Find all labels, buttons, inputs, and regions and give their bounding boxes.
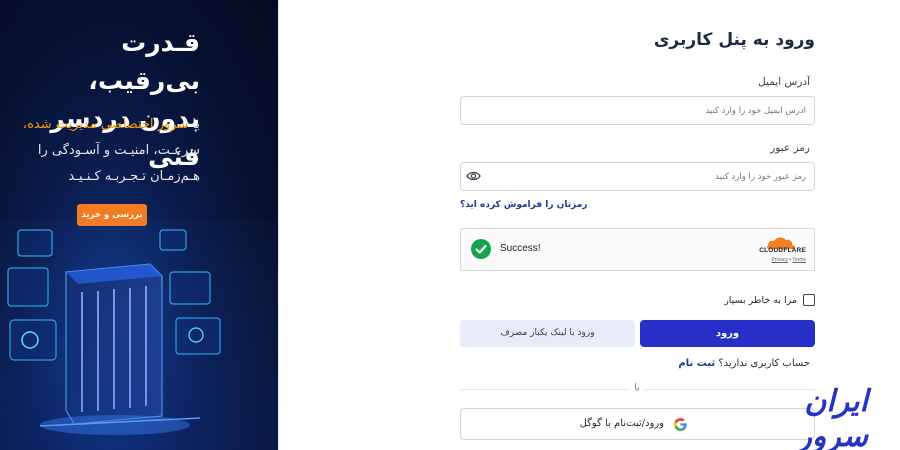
promo-line1: با سرور اختصاصی مدیریت شده، xyxy=(0,112,200,138)
or-text: یا xyxy=(630,383,644,393)
google-button-label: ورود/ثبت‌نام با گوگل xyxy=(579,418,664,429)
form-title: ورود به پنل کاربری xyxy=(653,30,815,50)
google-icon xyxy=(674,418,687,431)
promo-line1-highlight: سرور اختصاصی مدیریت شده، xyxy=(22,117,189,132)
password-input[interactable] xyxy=(460,162,815,191)
email-input[interactable] xyxy=(460,96,815,125)
magic-link-login-button[interactable]: ورود با لینک یکبار مصرف xyxy=(460,320,635,347)
promo-line2: سرعـت، امنیـت و آسـودگی را xyxy=(37,143,200,158)
server-illustration xyxy=(0,220,278,450)
email-label: آدرس ایمیل xyxy=(758,76,810,88)
captcha-links: Privacy • Terms xyxy=(772,257,807,263)
password-label: رمز عبور xyxy=(770,142,810,154)
signup-prompt: حساب کاربری ندارید؟ ثبت نام xyxy=(678,358,810,369)
signup-link[interactable]: ثبت نام xyxy=(678,358,715,369)
logo-text: ایران سرور xyxy=(797,384,869,450)
promo-description: با سرور اختصاصی مدیریت شده، سرعـت، امنیـ… xyxy=(0,112,200,190)
success-check-icon xyxy=(471,239,491,259)
forgot-password-link[interactable]: رمزتان را فراموش کرده اید؟ xyxy=(460,200,587,210)
signup-prompt-text: حساب کاربری ندارید؟ xyxy=(718,358,810,369)
promo-line1-prefix: با xyxy=(188,117,200,132)
remember-me-label: مرا به خاطر بسپار xyxy=(724,295,797,306)
promo-title-line1: قـدرت بی‌رقیب، xyxy=(88,28,200,95)
captcha-links-separator: • xyxy=(789,257,792,263)
promo-banner: قـدرت بی‌رقیب، بدون دردسر فنی با سرور اخ… xyxy=(0,0,278,450)
divider xyxy=(278,0,279,450)
terms-link[interactable]: Terms xyxy=(792,257,806,263)
promo-line3: هـم‌زمـان تـجـربـه کـنـیـد xyxy=(68,169,200,184)
eye-icon[interactable] xyxy=(466,170,481,182)
cloudflare-label: CLOUDFLARE xyxy=(759,247,806,254)
captcha-widget[interactable]: Success! CLOUDFLARE Privacy • Terms xyxy=(460,228,815,271)
remember-me-checkbox[interactable] xyxy=(803,294,815,306)
login-button[interactable]: ورود xyxy=(640,320,815,347)
privacy-link[interactable]: Privacy xyxy=(772,257,788,263)
iranserver-logo: ایران سرور xyxy=(724,384,869,450)
captcha-status: Success! xyxy=(500,243,541,254)
